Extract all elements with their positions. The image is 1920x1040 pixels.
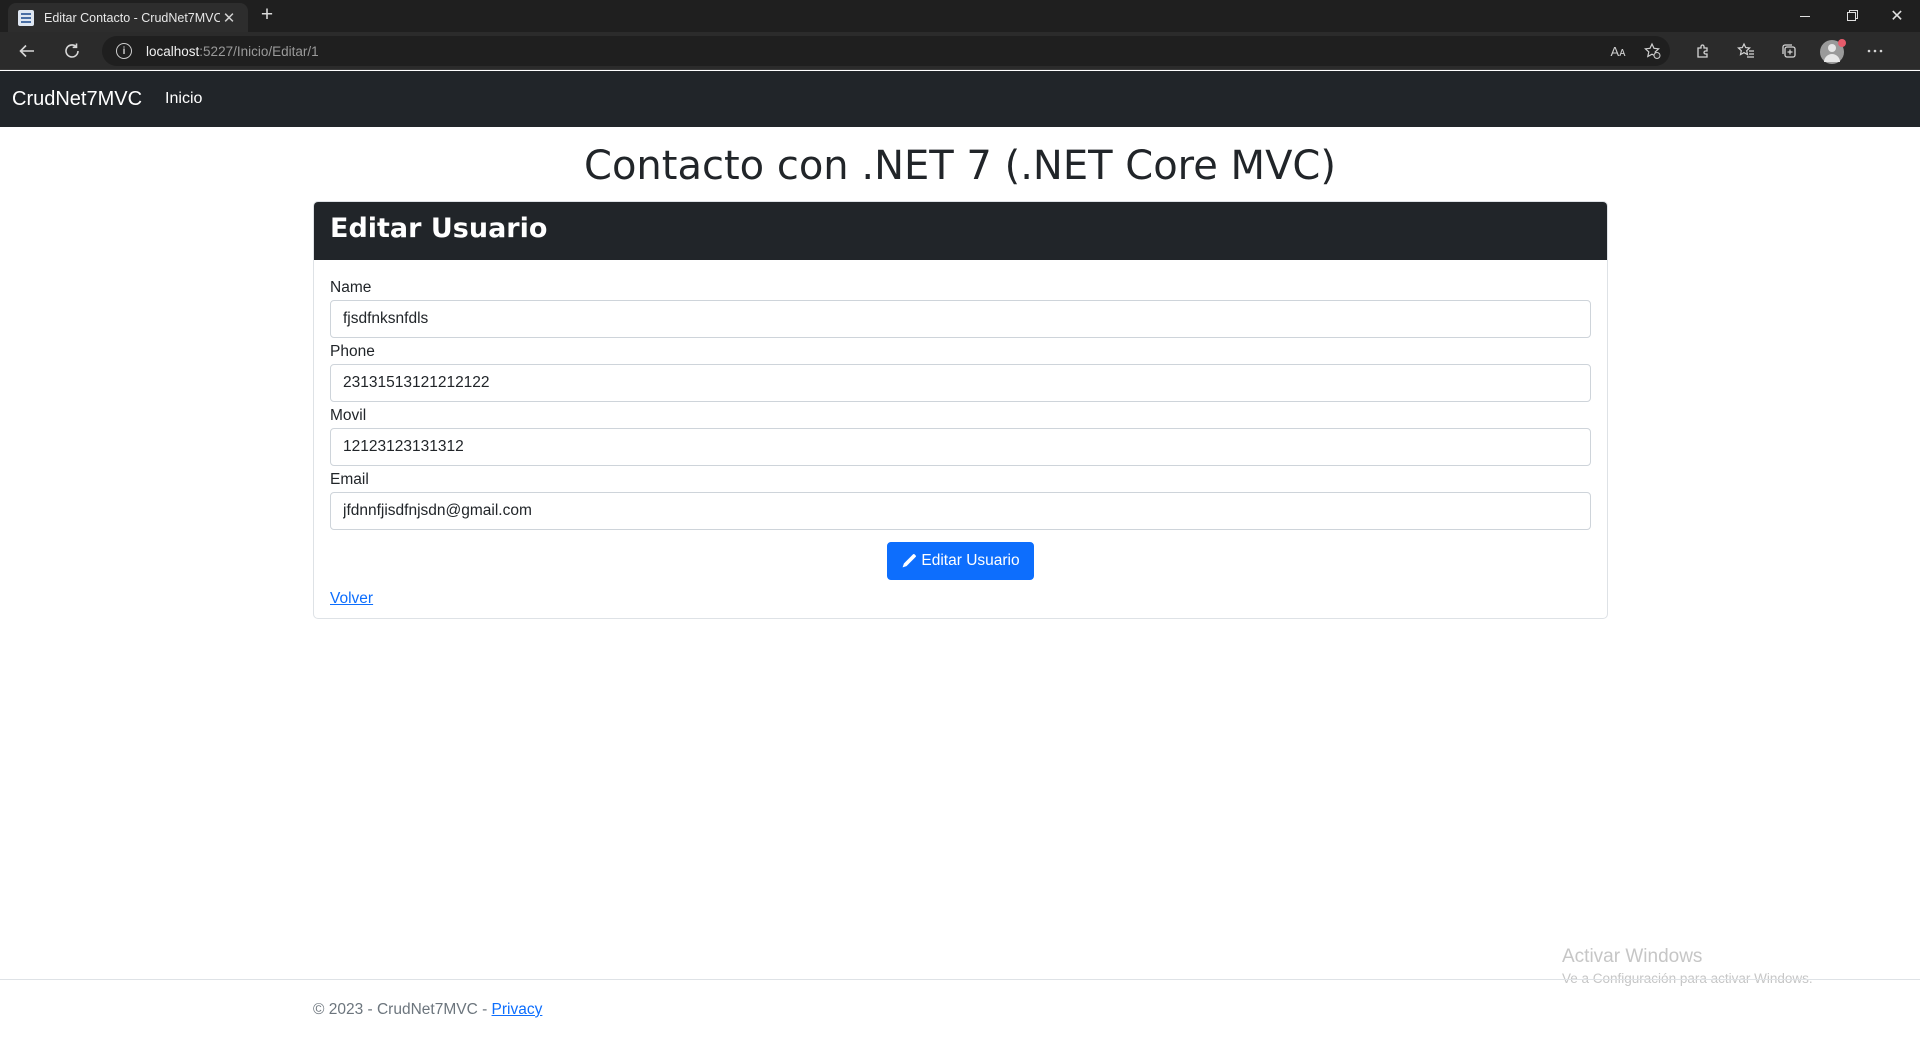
url-text[interactable]: localhost:5227/Inicio/Editar/1 xyxy=(146,44,319,59)
minimize-button[interactable] xyxy=(1782,0,1828,32)
phone-label: Phone xyxy=(330,343,375,360)
privacy-link[interactable]: Privacy xyxy=(492,1001,543,1018)
avatar xyxy=(1820,38,1846,64)
edit-user-form: Name Phone Movil Email Editar Usuario Vo… xyxy=(314,260,1607,618)
url-host: localhost xyxy=(146,43,200,59)
pencil-icon xyxy=(902,554,917,568)
url-path: :5227/Inicio/Editar/1 xyxy=(199,43,319,59)
add-favorite-icon[interactable] xyxy=(1642,41,1662,61)
tab-title: Editar Contacto - CrudNet7MVC xyxy=(44,10,220,25)
edit-user-button[interactable]: Editar Usuario xyxy=(887,542,1034,580)
favorites-icon[interactable] xyxy=(1733,38,1759,64)
extensions-icon[interactable] xyxy=(1690,38,1716,64)
minimize-icon xyxy=(1800,15,1810,17)
movil-input[interactable] xyxy=(330,428,1591,466)
card-header: Editar Usuario xyxy=(314,202,1607,260)
profile-button[interactable] xyxy=(1819,38,1846,64)
restore-button[interactable] xyxy=(1828,0,1874,32)
name-input[interactable] xyxy=(330,300,1591,338)
notification-dot xyxy=(1838,38,1846,47)
browser-tab-strip: Editar Contacto - CrudNet7MVC ✕ + ✕ xyxy=(0,0,1920,32)
navbar-brand[interactable]: CrudNet7MVC xyxy=(12,88,142,111)
address-bar-actions: Aᴀ xyxy=(1608,41,1662,61)
nav-link-inicio[interactable]: Inicio xyxy=(165,90,202,108)
close-window-button[interactable]: ✕ xyxy=(1874,0,1920,32)
restore-icon xyxy=(1846,11,1856,21)
footer-copyright: © 2023 - CrudNet7MVC - xyxy=(313,1001,492,1018)
window-controls: ✕ xyxy=(1782,0,1920,32)
browser-tab[interactable]: Editar Contacto - CrudNet7MVC ✕ xyxy=(8,3,248,32)
browser-toolbar: i localhost:5227/Inicio/Editar/1 Aᴀ xyxy=(0,32,1920,70)
back-icon[interactable] xyxy=(14,38,40,64)
refresh-icon[interactable] xyxy=(59,38,85,64)
more-menu-icon[interactable] xyxy=(1862,38,1888,64)
collections-icon[interactable] xyxy=(1776,38,1802,64)
email-label: Email xyxy=(330,471,369,488)
back-link[interactable]: Volver xyxy=(330,590,373,608)
site-navbar: CrudNet7MVC Inicio xyxy=(0,71,1920,127)
edit-user-card: Editar Usuario Name Phone Movil Email Ed… xyxy=(313,201,1608,619)
activation-title: Activar Windows xyxy=(1562,946,1703,967)
tab-close-icon[interactable]: ✕ xyxy=(220,9,238,27)
email-input[interactable] xyxy=(330,492,1591,530)
new-tab-button[interactable]: + xyxy=(254,4,280,28)
submit-row: Editar Usuario xyxy=(330,542,1591,580)
footer-divider xyxy=(0,979,1920,980)
site-info-icon[interactable]: i xyxy=(116,43,132,59)
read-aloud-icon[interactable]: Aᴀ xyxy=(1608,41,1628,61)
windows-activation-watermark: Activar Windows Ve a Configuración para … xyxy=(1562,946,1813,986)
address-bar[interactable]: i localhost:5227/Inicio/Editar/1 Aᴀ xyxy=(102,36,1670,66)
name-label: Name xyxy=(330,279,372,296)
page-title: Contacto con .NET 7 (.NET Core MVC) xyxy=(584,143,1336,189)
movil-label: Movil xyxy=(330,407,367,424)
edit-user-button-label: Editar Usuario xyxy=(921,552,1020,569)
browser-tools xyxy=(1690,38,1888,64)
page-footer: © 2023 - CrudNet7MVC - Privacy xyxy=(313,1001,542,1019)
phone-input[interactable] xyxy=(330,364,1591,402)
page-favicon-icon xyxy=(18,9,34,26)
